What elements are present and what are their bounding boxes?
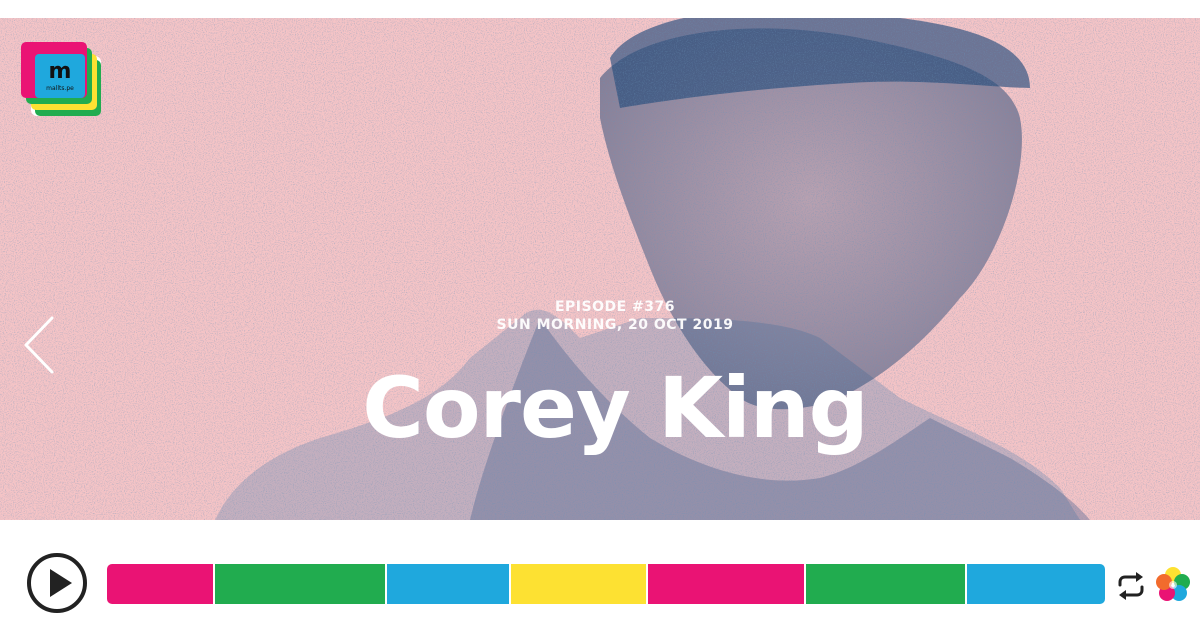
episode-date: SUN MORNING, 20 OCT 2019	[496, 317, 734, 333]
track-segment[interactable]	[647, 564, 805, 604]
site-logo[interactable]: m mallts.pe	[17, 38, 107, 122]
svg-text:mallts.pe: mallts.pe	[46, 85, 74, 92]
tracklist-progress-bar[interactable]	[107, 564, 1105, 604]
play-icon	[27, 553, 87, 613]
play-button[interactable]	[26, 552, 88, 614]
track-segment[interactable]	[107, 564, 213, 604]
episode-info: EPISODE #376 SUN MORNING, 20 OCT 2019 Co…	[0, 298, 1200, 454]
track-segment[interactable]	[511, 564, 646, 604]
top-strip	[0, 0, 1200, 18]
audio-player	[0, 520, 1200, 620]
repeat-button[interactable]	[1116, 572, 1146, 600]
episode-number: EPISODE #376	[554, 299, 676, 315]
episode-title: Corey King	[362, 359, 869, 457]
track-segment[interactable]	[966, 564, 1105, 604]
chevron-left-icon	[24, 316, 54, 374]
track-segment[interactable]	[386, 564, 510, 604]
svg-text:m: m	[49, 59, 72, 84]
repeat-icon	[1118, 572, 1144, 600]
brand-petal-button[interactable]	[1155, 566, 1191, 604]
petal-logo-icon	[1156, 567, 1190, 601]
track-segment[interactable]	[214, 564, 385, 604]
hero-banner: EPISODE #376 SUN MORNING, 20 OCT 2019 Co…	[0, 18, 1200, 520]
previous-episode-button[interactable]	[18, 314, 58, 376]
track-segment[interactable]	[806, 564, 965, 604]
